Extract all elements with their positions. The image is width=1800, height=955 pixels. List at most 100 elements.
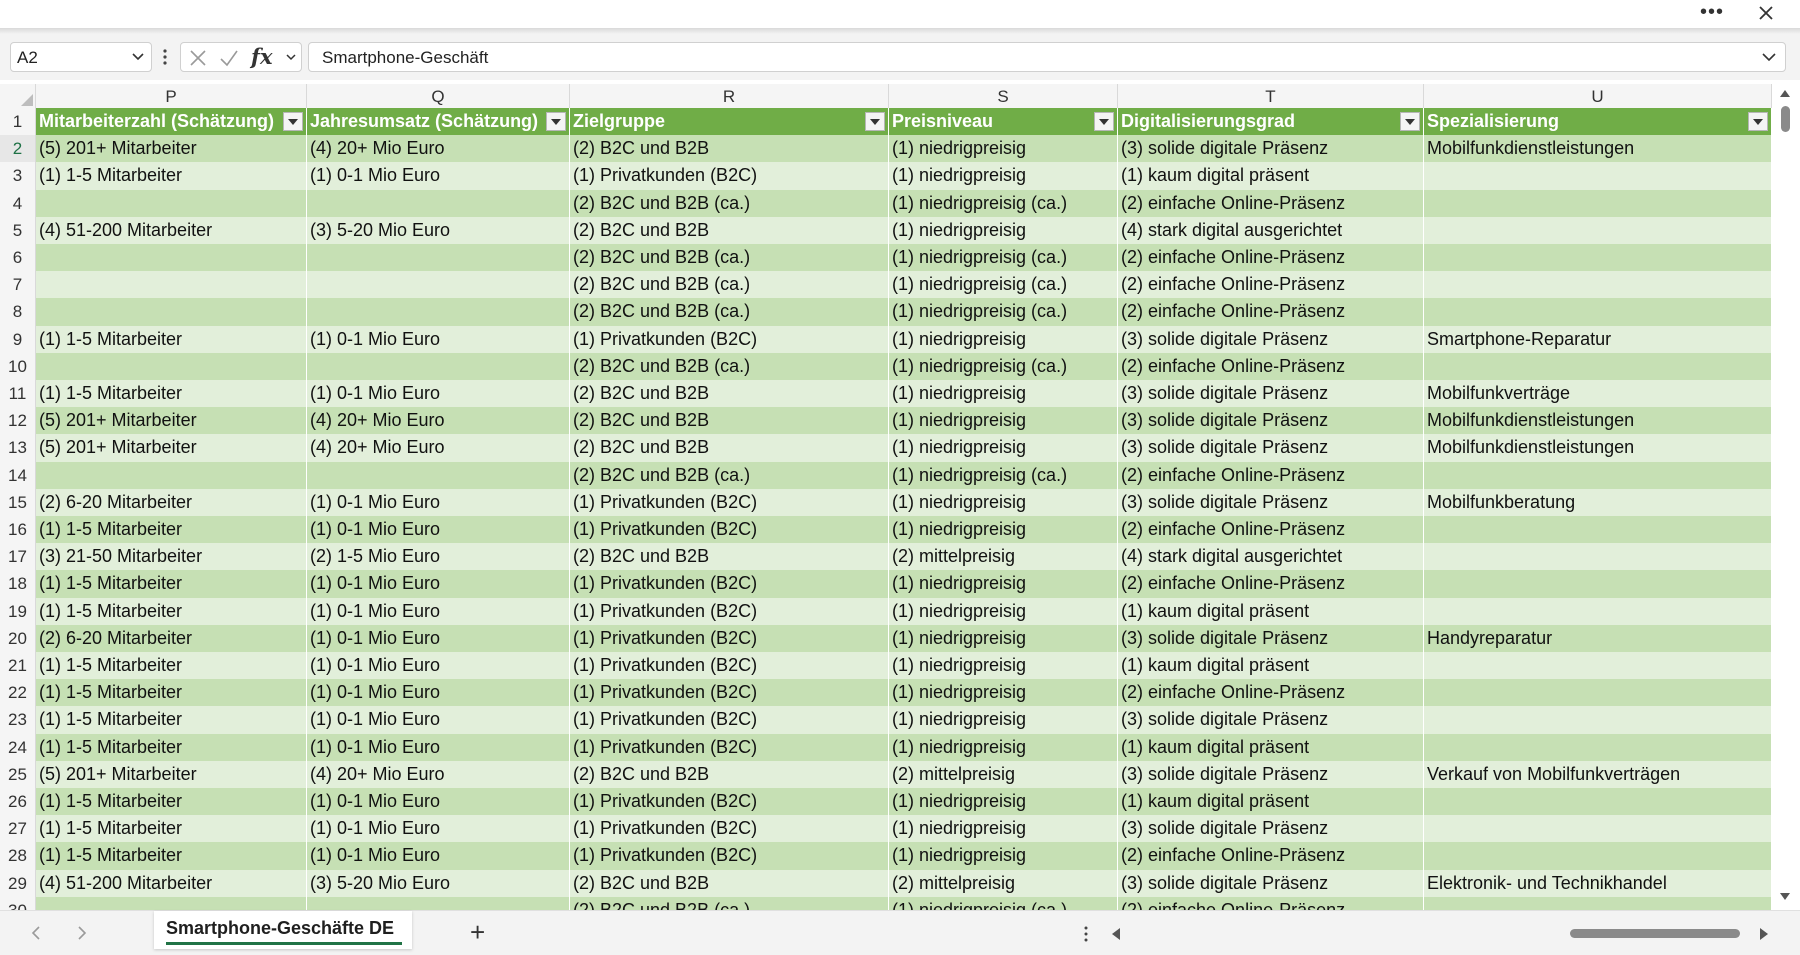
cell[interactable]: (2) mittelpreisig <box>889 869 1118 897</box>
expand-formula-bar-icon[interactable] <box>1761 52 1777 62</box>
cell[interactable]: (1) 0-1 Mio Euro <box>307 679 570 707</box>
row-number[interactable]: 28 <box>0 842 36 870</box>
cell[interactable]: (1) niedrigpreisig <box>889 380 1118 408</box>
cell[interactable]: (1) Privatkunden (B2C) <box>570 788 889 816</box>
filter-dropdown-button[interactable] <box>1094 112 1114 131</box>
cell[interactable]: (4) 20+ Mio Euro <box>307 135 570 163</box>
cell[interactable]: (1) niedrigpreisig (ca.) <box>889 461 1118 489</box>
cell[interactable]: (1) 0-1 Mio Euro <box>307 325 570 353</box>
cell[interactable]: (1) kaum digital präsent <box>1118 597 1424 625</box>
formula-input[interactable]: Smartphone-Geschäft <box>308 42 1786 72</box>
cell[interactable]: (1) Privatkunden (B2C) <box>570 624 889 652</box>
cell[interactable]: (2) einfache Online-Präsenz <box>1118 352 1424 380</box>
cell[interactable] <box>1424 896 1772 910</box>
spreadsheet-grid[interactable]: PQRSTU 1 Mitarbeiterzahl (Schätzung) Jahre… <box>0 84 1800 910</box>
cell[interactable] <box>307 189 570 217</box>
cell[interactable]: (1) 1-5 Mitarbeiter <box>36 842 307 870</box>
cell[interactable]: (1) 0-1 Mio Euro <box>307 706 570 734</box>
cell[interactable]: (2) B2C und B2B (ca.) <box>570 896 889 910</box>
cell[interactable]: (1) 0-1 Mio Euro <box>307 815 570 843</box>
cell[interactable]: Smartphone-Reparatur <box>1424 325 1772 353</box>
cell[interactable]: (1) Privatkunden (B2C) <box>570 570 889 598</box>
filter-dropdown-button[interactable] <box>283 112 303 131</box>
cell[interactable]: (1) 0-1 Mio Euro <box>307 652 570 680</box>
cell[interactable]: (1) 1-5 Mitarbeiter <box>36 815 307 843</box>
cell[interactable]: Mobilfunkdienstleistungen <box>1424 434 1772 462</box>
column-header-p[interactable]: P <box>36 84 307 108</box>
row-number[interactable]: 7 <box>0 271 36 299</box>
cell[interactable]: (1) niedrigpreisig (ca.) <box>889 271 1118 299</box>
cell[interactable]: (4) 20+ Mio Euro <box>307 760 570 788</box>
cell[interactable] <box>307 298 570 326</box>
cell[interactable]: (4) 51-200 Mitarbeiter <box>36 216 307 244</box>
cell[interactable] <box>1424 597 1772 625</box>
cell[interactable]: (2) B2C und B2B <box>570 216 889 244</box>
row-number[interactable]: 21 <box>0 652 36 680</box>
cell[interactable]: (3) 5-20 Mio Euro <box>307 216 570 244</box>
row-number[interactable]: 19 <box>0 597 36 625</box>
row-number[interactable]: 8 <box>0 298 36 326</box>
sheet-tab-active[interactable]: Smartphone-Geschäfte DE <box>154 911 412 949</box>
cell[interactable]: (1) niedrigpreisig <box>889 407 1118 435</box>
cell[interactable]: (1) niedrigpreisig <box>889 570 1118 598</box>
cell[interactable] <box>1424 216 1772 244</box>
cell[interactable]: (1) Privatkunden (B2C) <box>570 652 889 680</box>
row-number[interactable]: 18 <box>0 570 36 598</box>
cell[interactable] <box>1424 842 1772 870</box>
cell[interactable]: (1) 1-5 Mitarbeiter <box>36 652 307 680</box>
cell[interactable] <box>1424 543 1772 571</box>
cell[interactable]: (3) solide digitale Präsenz <box>1118 815 1424 843</box>
cell[interactable] <box>1424 788 1772 816</box>
cell[interactable]: Verkauf von Mobilfunkverträgen <box>1424 760 1772 788</box>
cell[interactable]: (1) 1-5 Mitarbeiter <box>36 706 307 734</box>
cell[interactable] <box>1424 461 1772 489</box>
cell[interactable] <box>1424 271 1772 299</box>
chevron-down-icon[interactable] <box>285 53 297 62</box>
column-header-u[interactable]: U <box>1424 84 1772 108</box>
cell[interactable]: Mobilfunkberatung <box>1424 488 1772 516</box>
cell[interactable]: (1) 0-1 Mio Euro <box>307 570 570 598</box>
filter-dropdown-button[interactable] <box>865 112 885 131</box>
name-box[interactable]: A2 <box>10 42 152 72</box>
horizontal-scroll-thumb[interactable] <box>1570 929 1740 938</box>
close-button[interactable] <box>1752 2 1780 26</box>
cell[interactable]: (3) solide digitale Präsenz <box>1118 407 1424 435</box>
vertical-scroll-thumb[interactable] <box>1781 106 1790 132</box>
cell[interactable]: (1) 0-1 Mio Euro <box>307 488 570 516</box>
cell[interactable]: (1) niedrigpreisig <box>889 624 1118 652</box>
cell[interactable]: (4) stark digital ausgerichtet <box>1118 543 1424 571</box>
cell[interactable] <box>1424 189 1772 217</box>
row-number[interactable]: 3 <box>0 162 36 190</box>
cell[interactable]: (5) 201+ Mitarbeiter <box>36 760 307 788</box>
cell[interactable]: (3) solide digitale Präsenz <box>1118 760 1424 788</box>
scroll-down-icon[interactable] <box>1778 892 1792 902</box>
row-number[interactable]: 20 <box>0 624 36 652</box>
cell[interactable]: (1) 1-5 Mitarbeiter <box>36 733 307 761</box>
cell[interactable]: (1) niedrigpreisig (ca.) <box>889 352 1118 380</box>
cell[interactable]: (2) einfache Online-Präsenz <box>1118 244 1424 272</box>
cell[interactable]: (2) einfache Online-Präsenz <box>1118 896 1424 910</box>
cell[interactable]: (3) solide digitale Präsenz <box>1118 706 1424 734</box>
cell[interactable]: (4) 20+ Mio Euro <box>307 434 570 462</box>
chevron-right-icon[interactable] <box>76 925 88 941</box>
row-number[interactable]: 22 <box>0 679 36 707</box>
cell[interactable]: (2) 6-20 Mitarbeiter <box>36 488 307 516</box>
cell[interactable]: (2) einfache Online-Präsenz <box>1118 298 1424 326</box>
cell[interactable] <box>1424 570 1772 598</box>
cell[interactable]: (1) Privatkunden (B2C) <box>570 706 889 734</box>
insert-function-button[interactable]: fx <box>251 44 273 69</box>
row-number[interactable]: 24 <box>0 733 36 761</box>
cell[interactable]: (5) 201+ Mitarbeiter <box>36 135 307 163</box>
cell[interactable]: (5) 201+ Mitarbeiter <box>36 407 307 435</box>
cell[interactable] <box>307 244 570 272</box>
row-number[interactable]: 14 <box>0 461 36 489</box>
add-sheet-button[interactable]: + <box>470 919 485 945</box>
cell[interactable]: (1) niedrigpreisig <box>889 597 1118 625</box>
vertical-scrollbar[interactable] <box>1772 84 1800 910</box>
cell[interactable]: (1) niedrigpreisig <box>889 652 1118 680</box>
cell[interactable]: (1) niedrigpreisig <box>889 733 1118 761</box>
cell[interactable] <box>1424 815 1772 843</box>
filter-dropdown-button[interactable] <box>1400 112 1420 131</box>
cell[interactable]: (1) Privatkunden (B2C) <box>570 679 889 707</box>
filter-dropdown-button[interactable] <box>1748 112 1768 131</box>
